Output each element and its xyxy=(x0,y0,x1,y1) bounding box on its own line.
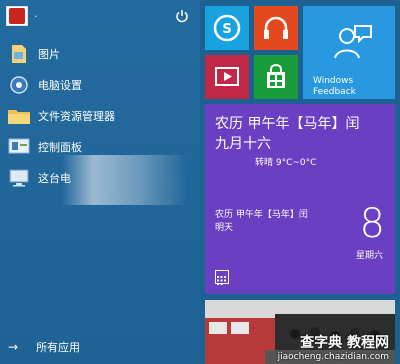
user-row[interactable]: · xyxy=(4,4,196,30)
start-menu-left-panel: · 图片 电脑设置 文件资源管理器 控制面板 这台电 → 所有应用 xyxy=(0,0,200,364)
tile-windows-feedback[interactable]: Windows Feedback xyxy=(303,6,395,99)
tiles-panel: S Windows Feedback 农历 甲午年【马年】闰 九月十六 转晴 9… xyxy=(200,0,400,364)
tile-video[interactable] xyxy=(205,55,249,99)
svg-text:S: S xyxy=(222,22,231,37)
all-apps-label: 所有应用 xyxy=(36,341,81,354)
watermark-line1: 查字典 教程网 xyxy=(300,335,389,351)
video-icon xyxy=(215,67,239,86)
calendar-icon xyxy=(215,270,229,285)
watermark-line2: jiaocheng.chazidian.com xyxy=(277,352,389,362)
lunar-small-line1: 农历 甲午年【马年】闰 xyxy=(215,210,308,220)
arrow-right-icon: → xyxy=(8,340,19,354)
menu-item-label: 控制面板 xyxy=(38,140,82,154)
tile-calendar[interactable]: 农历 甲午年【马年】闰 九月十六 转晴 9°C~0°C 农历 甲午年【马年】闰 … xyxy=(205,104,395,294)
all-apps-button[interactable]: → 所有应用 xyxy=(0,334,200,360)
lunar-date-line2: 九月十六 xyxy=(215,136,271,152)
menu-item-pictures[interactable]: 图片 xyxy=(0,38,200,69)
feedback-caption-line2: Feedback xyxy=(313,87,356,97)
store-icon xyxy=(267,64,285,88)
feedback-caption: Windows Feedback xyxy=(313,76,356,98)
folder-explorer-icon xyxy=(6,105,32,127)
watermark: 查字典 教程网 jiaocheng.chazidian.com xyxy=(278,332,389,362)
lunar-small-line2: 明天 xyxy=(215,223,234,233)
menu-item-explorer[interactable]: 文件资源管理器 xyxy=(0,100,200,131)
headphones-icon xyxy=(264,16,288,39)
blur-overlay xyxy=(62,155,187,205)
day-number: 8 xyxy=(359,201,385,247)
tile-music[interactable] xyxy=(254,6,298,50)
avatar-seal-icon xyxy=(9,8,25,24)
feedback-person-icon xyxy=(334,25,372,59)
lunar-date-line1: 农历 甲午年【马年】闰 xyxy=(215,116,360,132)
menu-item-label: 电脑设置 xyxy=(38,78,82,92)
tile-photo[interactable]: 查字典 教程网 jiaocheng.chazidian.com xyxy=(205,300,395,364)
folder-pictures-icon xyxy=(6,43,32,65)
feedback-caption-line1: Windows xyxy=(313,76,354,86)
menu-item-settings[interactable]: 电脑设置 xyxy=(0,69,200,100)
avatar[interactable] xyxy=(6,6,28,26)
menu-item-label: 图片 xyxy=(38,47,60,61)
user-name: · xyxy=(34,10,38,23)
computer-icon xyxy=(6,167,32,189)
tile-skype[interactable]: S xyxy=(205,6,249,50)
control-panel-icon xyxy=(6,136,32,158)
power-icon[interactable] xyxy=(174,8,190,24)
tile-store[interactable] xyxy=(254,55,298,99)
weather-text: 转晴 9°C~0°C xyxy=(255,158,317,168)
skype-icon: S xyxy=(213,14,241,42)
weekday: 星期六 xyxy=(355,251,383,261)
gear-icon xyxy=(6,74,32,96)
menu-item-label: 文件资源管理器 xyxy=(38,109,115,123)
